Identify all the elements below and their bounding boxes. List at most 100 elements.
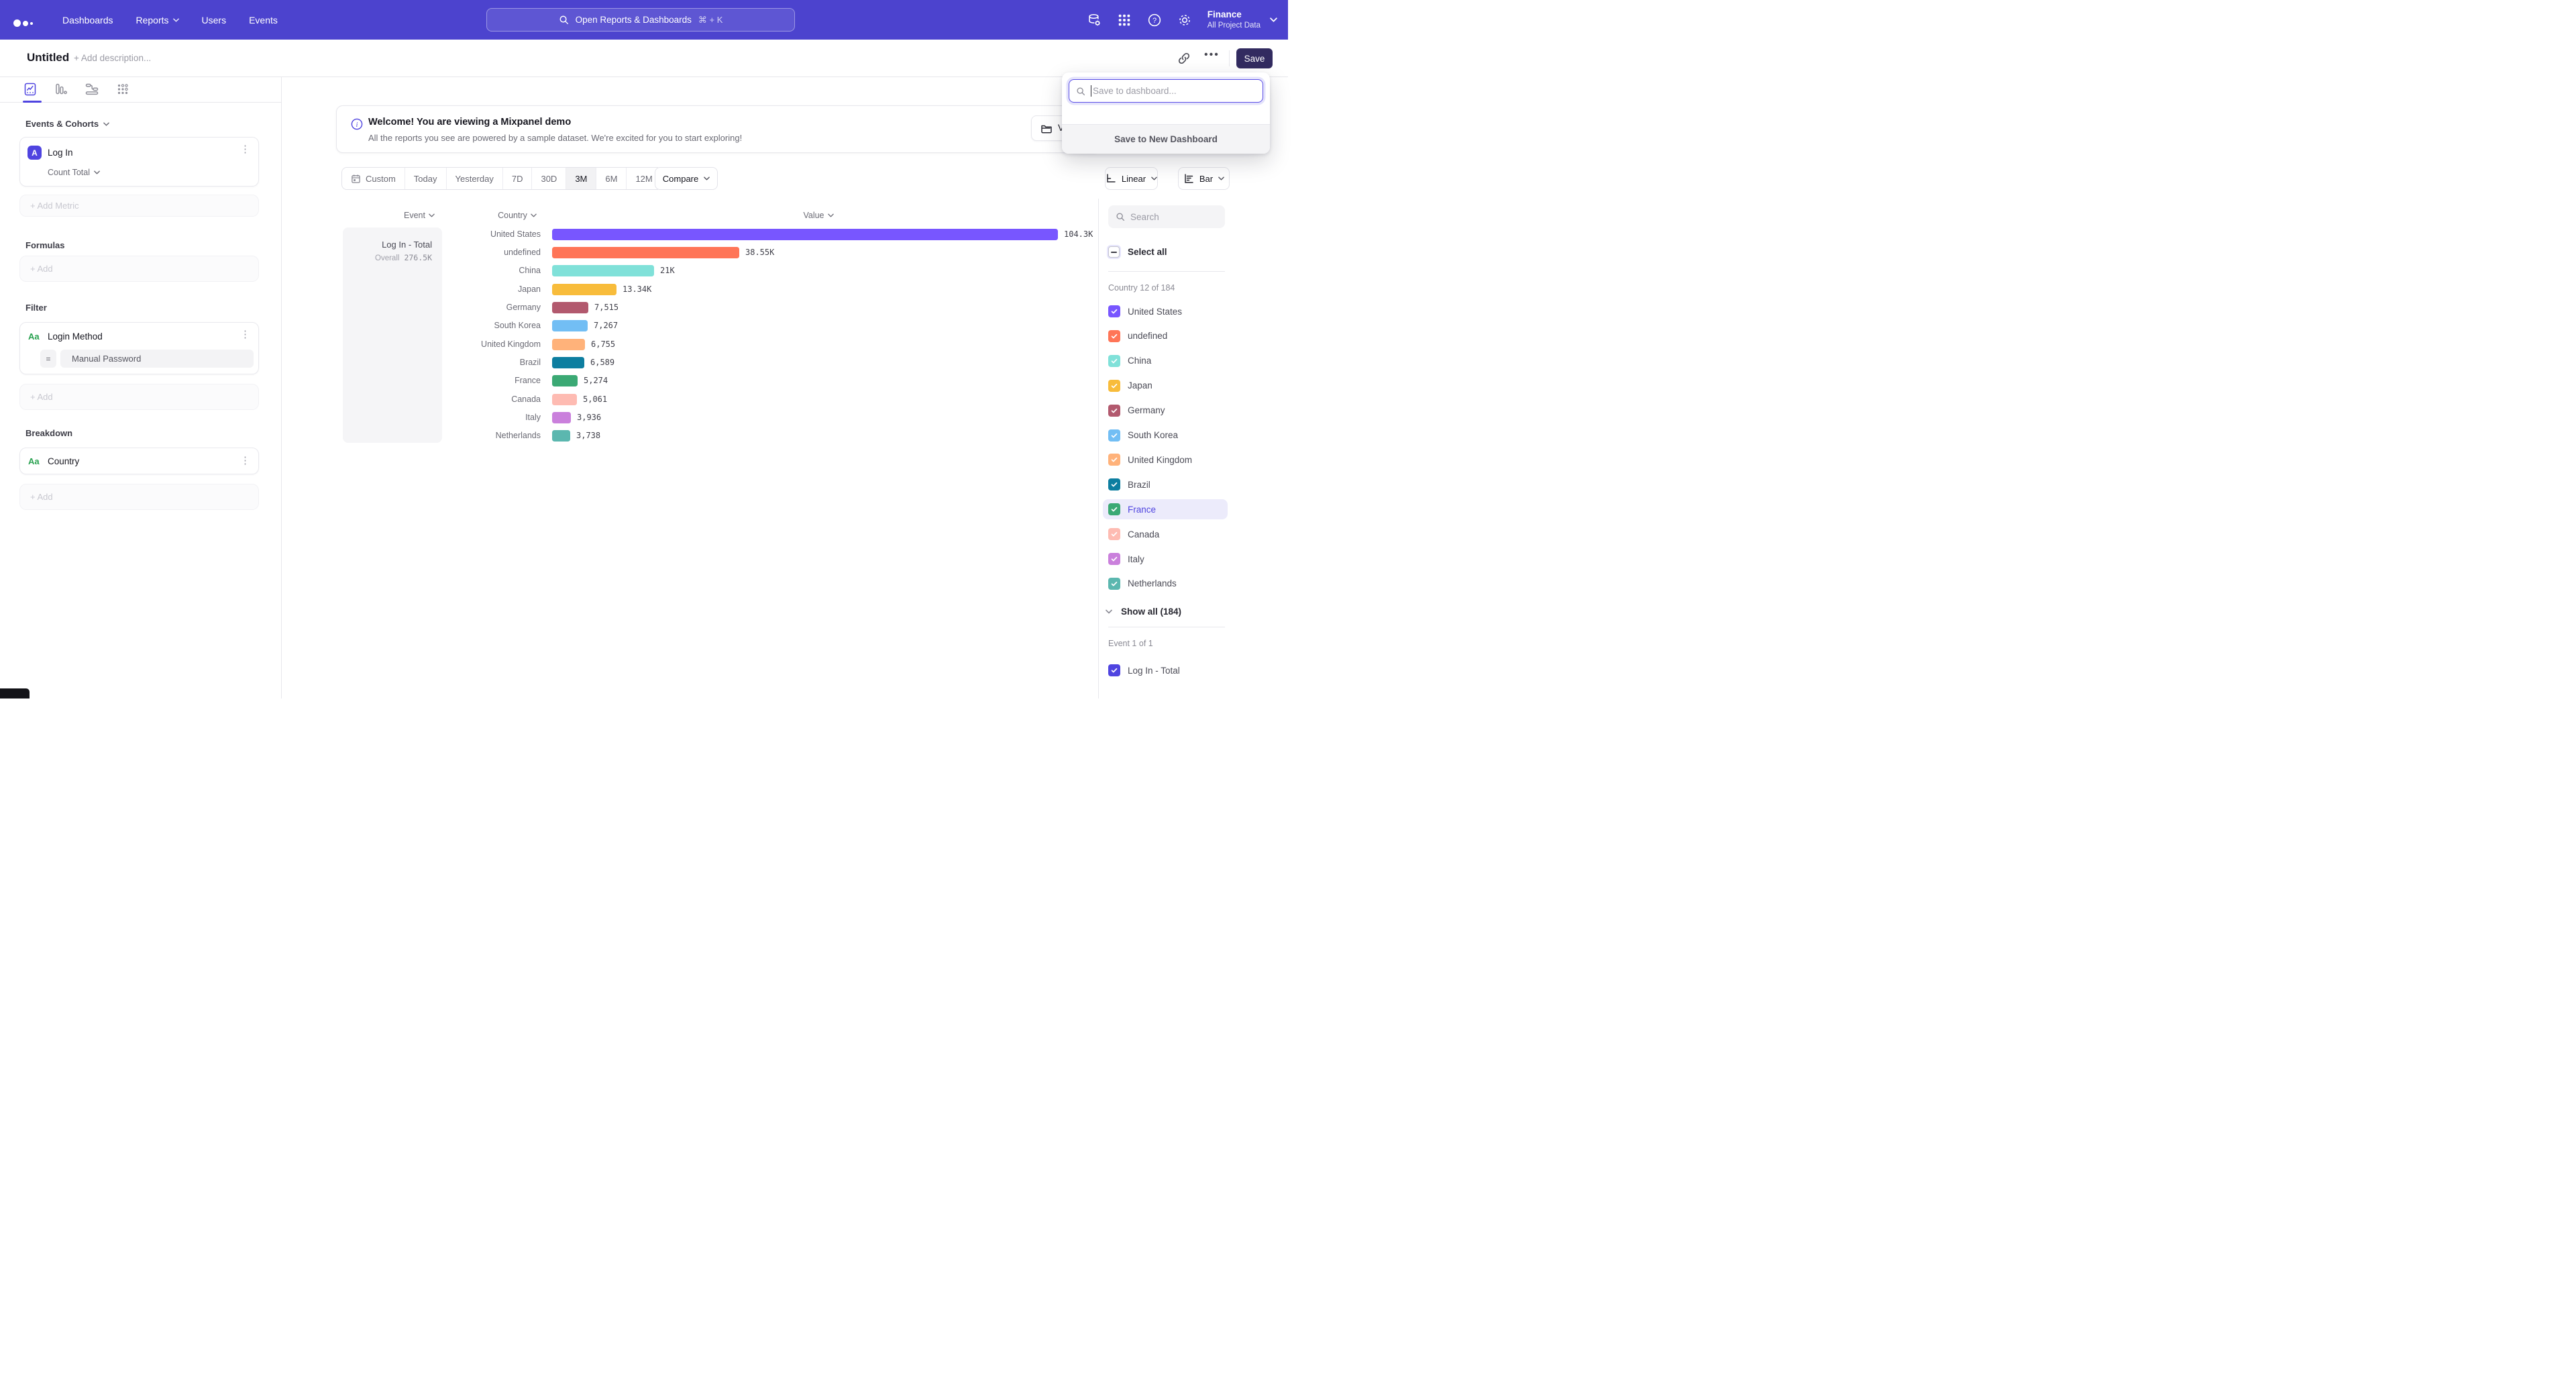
range-segment-3m[interactable]: 3M: [566, 168, 596, 189]
metric-kebab-menu[interactable]: ⋮: [240, 144, 250, 154]
country-checkbox[interactable]: [1108, 405, 1120, 417]
legend-item-brazil[interactable]: Brazil: [1103, 474, 1228, 495]
country-checkbox[interactable]: [1108, 305, 1120, 317]
settings-gear-icon[interactable]: [1177, 13, 1192, 28]
bar-row-netherlands: Netherlands3,738: [0, 427, 1288, 445]
country-checkbox[interactable]: [1108, 478, 1120, 490]
copy-link-icon[interactable]: [1177, 52, 1191, 65]
tab-insights-icon[interactable]: [23, 83, 37, 96]
legend-item-netherlands[interactable]: Netherlands: [1103, 574, 1228, 594]
select-all-control[interactable]: Select all: [1108, 246, 1167, 258]
legend-item-united-kingdom[interactable]: United Kingdom: [1103, 450, 1228, 470]
legend-item-france[interactable]: France: [1103, 499, 1228, 519]
column-header-value[interactable]: Value: [792, 209, 845, 221]
range-segment-30d[interactable]: 30D: [531, 168, 566, 189]
bar-category-label: France: [349, 372, 541, 390]
event-checkbox[interactable]: [1108, 664, 1120, 676]
bar-undefined[interactable]: [552, 247, 739, 258]
tab-funnels-icon[interactable]: [54, 83, 68, 96]
legend-item-log-in-total[interactable]: Log In - Total: [1103, 660, 1228, 680]
report-title-bar: Untitled + Add description... ••• Save: [0, 40, 1288, 77]
legend-search-input[interactable]: [1130, 212, 1225, 222]
bar-category-label: Germany: [349, 299, 541, 317]
legend-item-undefined[interactable]: undefined: [1103, 326, 1228, 346]
legend-item-united-states[interactable]: United States: [1103, 301, 1228, 321]
column-header-country[interactable]: Country: [488, 209, 546, 221]
country-checkbox[interactable]: [1108, 380, 1120, 392]
legend-search-field[interactable]: [1108, 205, 1225, 228]
country-checkbox[interactable]: [1108, 528, 1120, 540]
apps-grid-icon[interactable]: [1117, 13, 1132, 28]
report-title[interactable]: Untitled: [27, 51, 69, 64]
right-panel-divider: [1098, 199, 1099, 698]
legend-item-south-korea[interactable]: South Korea: [1103, 425, 1228, 446]
bar-value-label: 38.55K: [745, 244, 774, 262]
country-checkbox[interactable]: [1108, 355, 1120, 367]
project-selector[interactable]: Finance All Project Data: [1208, 9, 1277, 30]
breakdown-card-country[interactable]: Aa Country ⋮: [19, 448, 259, 474]
check-icon: [1110, 505, 1118, 513]
nav-link-reports[interactable]: Reports: [136, 15, 179, 25]
show-all-button[interactable]: Show all (184): [1106, 602, 1181, 621]
select-all-checkbox[interactable]: [1108, 246, 1120, 258]
bar-value-label: 3,936: [577, 409, 601, 427]
bar-brazil[interactable]: [552, 357, 584, 368]
metric-card-log-in[interactable]: A Log In ⋮ Count Total: [19, 137, 259, 187]
country-checkbox[interactable]: [1108, 330, 1120, 342]
add-breakdown-button[interactable]: + Add: [19, 484, 259, 510]
column-header-event[interactable]: Event: [392, 209, 446, 221]
save-to-new-dashboard-button[interactable]: Save to New Dashboard: [1062, 124, 1270, 154]
range-segment-6m[interactable]: 6M: [596, 168, 626, 189]
bar-netherlands[interactable]: [552, 430, 570, 442]
bar-japan[interactable]: [552, 284, 616, 295]
range-segment-custom[interactable]: Custom: [342, 168, 405, 189]
aggregation-selector[interactable]: Count Total: [48, 168, 100, 177]
save-dashboard-search-field[interactable]: [1069, 79, 1263, 103]
legend-item-japan[interactable]: Japan: [1103, 376, 1228, 396]
bar-canada[interactable]: [552, 394, 577, 405]
country-checkbox[interactable]: [1108, 503, 1120, 515]
check-icon: [1110, 580, 1118, 588]
bar-france[interactable]: [552, 375, 578, 386]
country-checkbox[interactable]: [1108, 578, 1120, 590]
more-options-button[interactable]: •••: [1204, 49, 1220, 61]
check-icon: [1110, 666, 1118, 674]
range-segment-yesterday[interactable]: Yesterday: [446, 168, 502, 189]
data-management-icon[interactable]: [1087, 13, 1102, 28]
bar-south-korea[interactable]: [552, 320, 588, 331]
country-checkbox[interactable]: [1108, 429, 1120, 442]
bar-united-states[interactable]: [552, 229, 1058, 240]
bar-united-kingdom[interactable]: [552, 339, 585, 350]
range-segment-7d[interactable]: 7D: [502, 168, 532, 189]
events-cohorts-header[interactable]: Events & Cohorts: [25, 119, 109, 129]
legend-item-italy[interactable]: Italy: [1103, 549, 1228, 569]
legend-item-china[interactable]: China: [1103, 351, 1228, 371]
range-segment-today[interactable]: Today: [405, 168, 446, 189]
nav-link-events[interactable]: Events: [249, 15, 278, 25]
add-metric-button[interactable]: + Add Metric: [19, 195, 259, 217]
country-checkbox[interactable]: [1108, 454, 1120, 466]
bar-china[interactable]: [552, 265, 654, 276]
nav-link-users[interactable]: Users: [202, 15, 227, 25]
mixpanel-logo-icon[interactable]: [13, 13, 33, 27]
global-search-button[interactable]: Open Reports & Dashboards ⌘ + K: [486, 8, 795, 32]
legend-item-germany[interactable]: Germany: [1103, 401, 1228, 421]
breakdown-kebab-menu[interactable]: ⋮: [240, 456, 250, 466]
save-dashboard-search-input[interactable]: [1091, 86, 1263, 96]
scale-selector-button[interactable]: Linear: [1105, 167, 1158, 190]
tab-retention-icon[interactable]: [116, 83, 129, 96]
bar-italy[interactable]: [552, 412, 571, 423]
add-description-button[interactable]: + Add description...: [74, 53, 151, 63]
nav-link-dashboards[interactable]: Dashboards: [62, 15, 113, 25]
country-checkbox[interactable]: [1108, 553, 1120, 565]
bar-germany[interactable]: [552, 302, 588, 313]
save-button[interactable]: Save: [1236, 48, 1273, 68]
tab-flows-icon[interactable]: [85, 83, 99, 96]
project-name: Finance: [1208, 9, 1260, 21]
chart-type-selector-button[interactable]: Bar: [1178, 167, 1230, 190]
global-search-shortcut: ⌘ + K: [698, 15, 723, 25]
country-label: undefined: [1128, 331, 1167, 341]
legend-item-canada[interactable]: Canada: [1103, 524, 1228, 544]
compare-button[interactable]: Compare: [655, 167, 718, 190]
help-icon[interactable]: ?: [1147, 13, 1162, 28]
